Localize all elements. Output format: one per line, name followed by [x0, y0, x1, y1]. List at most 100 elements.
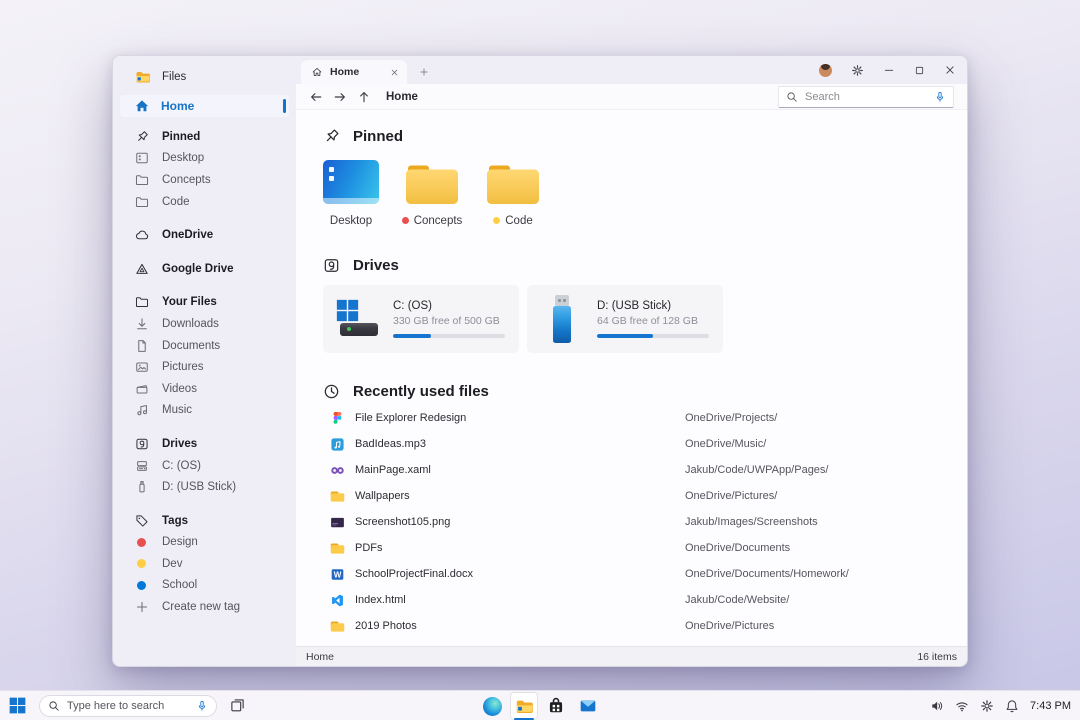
taskbar-store-button[interactable]	[542, 692, 570, 720]
task-view-button[interactable]	[230, 698, 245, 713]
sidebar-label: Music	[162, 404, 192, 416]
section-title: Pinned	[353, 128, 403, 145]
drive-card-c[interactable]: C: (OS) 330 GB free of 500 GB	[323, 285, 519, 353]
file-row[interactable]: MainPage.xaml Jakub/Code/UWPApp/Pages/	[330, 457, 967, 483]
file-row[interactable]: Index.html Jakub/Code/Website/	[330, 587, 967, 613]
tag-dot-red	[137, 538, 146, 547]
sidebar-label: Pinned	[162, 131, 200, 143]
start-button[interactable]	[9, 697, 26, 714]
file-row[interactable]: Wallpapers OneDrive/Pictures/	[330, 483, 967, 509]
file-name: MainPage.xaml	[355, 464, 685, 476]
drive-name: C: (OS)	[393, 300, 505, 312]
tile-code[interactable]: Code	[485, 160, 541, 228]
sidebar-item-tag-dev[interactable]: Dev	[113, 553, 296, 575]
files-app-icon	[515, 697, 534, 716]
sidebar-label: Concepts	[162, 174, 211, 186]
word-document-icon	[330, 567, 345, 582]
sidebar-item-code[interactable]: Code	[113, 191, 296, 213]
sidebar-item-tag-design[interactable]: Design	[113, 532, 296, 554]
folder-icon	[135, 295, 149, 309]
microphone-icon[interactable]	[196, 700, 208, 712]
settings-gear-icon[interactable]	[851, 64, 864, 77]
drive-card-d[interactable]: D: (USB Stick) 64 GB free of 128 GB	[527, 285, 723, 353]
taskbar-search-box[interactable]	[39, 695, 217, 717]
maximize-button[interactable]	[914, 65, 925, 76]
drive-name: D: (USB Stick)	[597, 300, 709, 312]
file-path: Jakub/Code/UWPApp/Pages/	[685, 464, 967, 476]
file-path: Jakub/Code/Website/	[685, 594, 967, 606]
sidebar-label: Google Drive	[162, 263, 234, 275]
file-name: PDFs	[355, 542, 685, 554]
music-icon	[135, 403, 149, 417]
clock-history-icon	[323, 383, 340, 400]
sidebar-item-videos[interactable]: Videos	[113, 378, 296, 400]
file-row[interactable]: 2019 Photos OneDrive/Pictures	[330, 613, 967, 639]
usb-icon	[135, 480, 149, 494]
sidebar-section-drives[interactable]: Drives	[113, 433, 296, 455]
forward-button[interactable]	[332, 89, 348, 105]
file-row[interactable]: PDFs OneDrive/Documents	[330, 535, 967, 561]
folder-icon	[330, 541, 345, 556]
wifi-icon[interactable]	[955, 699, 969, 713]
file-row[interactable]: File Explorer Redesign OneDrive/Projects…	[330, 405, 967, 431]
sidebar-label: Dev	[162, 558, 182, 570]
pinned-tiles: Desktop Concepts	[323, 160, 967, 228]
pin-icon	[323, 128, 340, 145]
file-row[interactable]: SchoolProjectFinal.docx OneDrive/Documen…	[330, 561, 967, 587]
tile-concepts[interactable]: Concepts	[404, 160, 460, 228]
file-row[interactable]: Screenshot105.png Jakub/Images/Screensho…	[330, 509, 967, 535]
file-path: OneDrive/Pictures/	[685, 490, 967, 502]
search-input[interactable]	[805, 91, 927, 103]
desktop-thumbnail-icon	[323, 160, 379, 204]
sidebar-item-pictures[interactable]: Pictures	[113, 356, 296, 378]
search-box[interactable]	[778, 86, 954, 108]
file-row[interactable]: Homework OneDrive/Documents/	[330, 639, 967, 646]
document-icon	[135, 339, 149, 353]
breadcrumb[interactable]: Home	[386, 91, 778, 103]
volume-icon[interactable]	[930, 699, 944, 713]
sidebar-item-home[interactable]: Home	[120, 95, 289, 117]
minimize-button[interactable]	[883, 64, 895, 76]
sidebar-item-concepts[interactable]: Concepts	[113, 169, 296, 191]
sidebar-label: Create new tag	[162, 601, 240, 613]
navigation-bar: Home	[296, 84, 967, 110]
new-tab-button[interactable]	[419, 67, 429, 77]
drive-icon	[323, 257, 340, 274]
avatar[interactable]	[819, 64, 832, 77]
taskbar-edge-button[interactable]	[478, 692, 506, 720]
sidebar-item-downloads[interactable]: Downloads	[113, 313, 296, 335]
tab-close-button[interactable]	[390, 68, 399, 77]
taskbar-clock[interactable]: 7:43 PM	[1030, 700, 1071, 712]
tile-desktop[interactable]: Desktop	[323, 160, 379, 228]
sidebar-item-onedrive[interactable]: OneDrive	[113, 224, 296, 246]
taskbar-files-button[interactable]	[510, 692, 538, 720]
back-button[interactable]	[308, 89, 324, 105]
sidebar-item-google-drive[interactable]: Google Drive	[113, 258, 296, 280]
taskbar-search-input[interactable]	[67, 700, 189, 712]
taskbar: 7:43 PM	[0, 690, 1080, 720]
taskbar-mail-button[interactable]	[574, 692, 602, 720]
sidebar: Files Home Pinned Desktop Concepts	[113, 56, 296, 666]
sidebar-section-your-files[interactable]: Your Files	[113, 292, 296, 314]
sidebar-item-documents[interactable]: Documents	[113, 335, 296, 357]
drive-usage-bar	[393, 334, 505, 338]
windows-drive-icon	[334, 298, 382, 340]
close-button[interactable]	[944, 64, 956, 76]
sidebar-item-create-new-tag[interactable]: Create new tag	[113, 596, 296, 618]
file-row[interactable]: BadIdeas.mp3 OneDrive/Music/	[330, 431, 967, 457]
sidebar-item-d-drive[interactable]: D: (USB Stick)	[113, 476, 296, 498]
sidebar-item-c-drive[interactable]: C: (OS)	[113, 455, 296, 477]
status-bar: Home 16 items	[296, 646, 967, 666]
sidebar-label: Downloads	[162, 318, 219, 330]
sidebar-label: Videos	[162, 383, 197, 395]
notification-bell-icon[interactable]	[1005, 699, 1019, 713]
up-button[interactable]	[356, 89, 372, 105]
sidebar-section-pinned[interactable]: Pinned	[113, 126, 296, 148]
settings-gear-icon[interactable]	[980, 699, 994, 713]
tab-home[interactable]: Home	[301, 60, 407, 84]
sidebar-section-tags[interactable]: Tags	[113, 510, 296, 532]
microphone-icon[interactable]	[934, 91, 946, 103]
sidebar-item-music[interactable]: Music	[113, 400, 296, 422]
sidebar-item-tag-school[interactable]: School	[113, 575, 296, 597]
sidebar-item-desktop[interactable]: Desktop	[113, 148, 296, 170]
